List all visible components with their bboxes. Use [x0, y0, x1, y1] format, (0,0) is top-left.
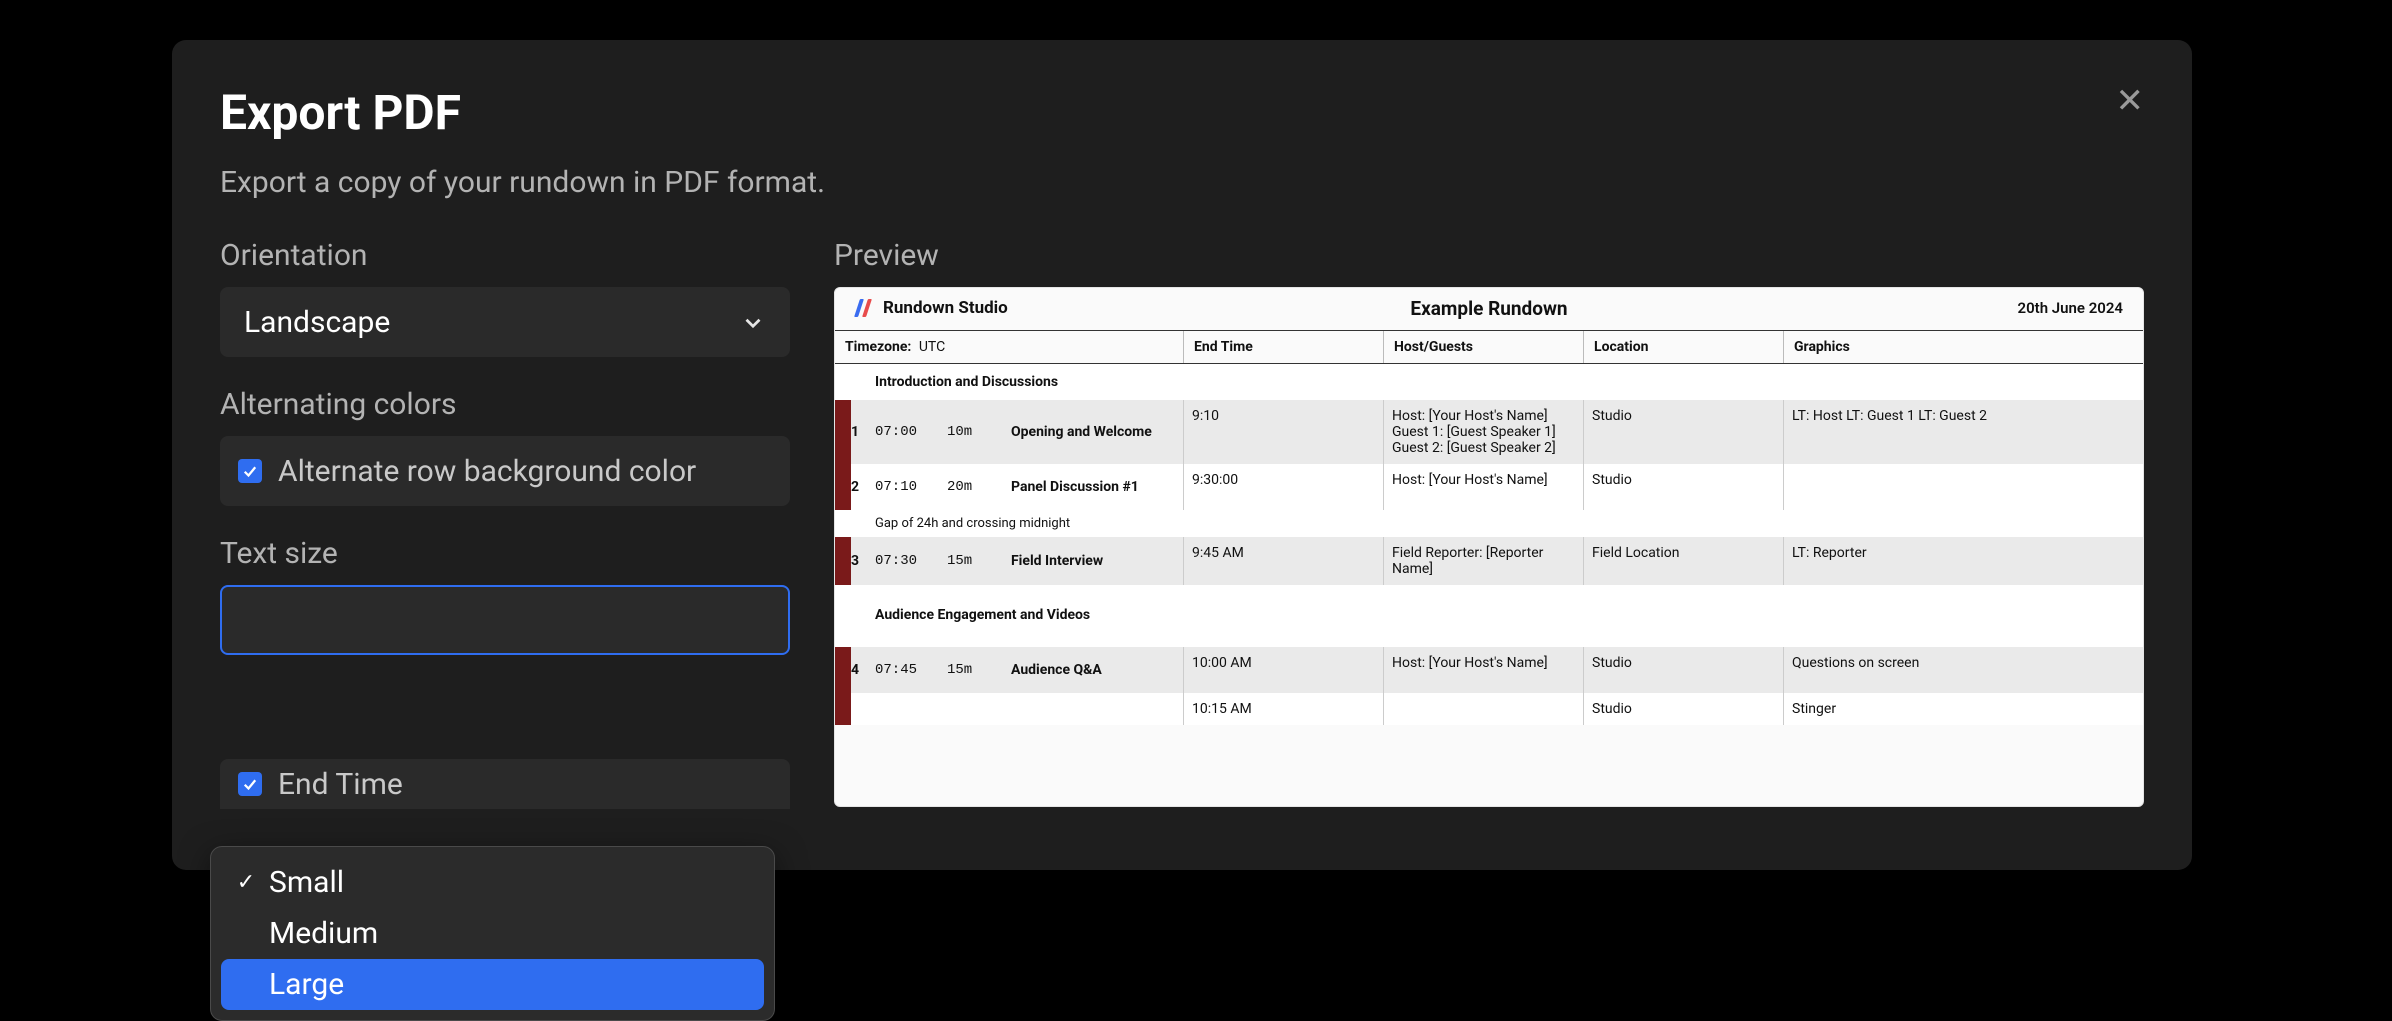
brand-logo-icon	[855, 299, 873, 317]
table-row: 1 07:00 10m Opening and Welcome 9:10 Hos…	[835, 400, 2143, 464]
altcolors-label: Alternating colors	[220, 387, 790, 422]
endtime-option[interactable]: End Time	[220, 759, 790, 809]
preview-label: Preview	[834, 238, 2144, 273]
check-icon: ✓	[235, 870, 257, 895]
close-icon[interactable]: ✕	[2116, 84, 2145, 118]
section-heading: Audience Engagement and Videos	[835, 585, 2143, 633]
textsize-select[interactable]	[220, 585, 790, 655]
table-row: 4 07:45 15m Audience Q&A 10:00 AM Host: …	[835, 647, 2143, 693]
textsize-option-large[interactable]: Large	[221, 959, 764, 1010]
orientation-label: Orientation	[220, 238, 790, 273]
textsize-dropdown: ✓ Small Medium Large	[210, 846, 775, 1021]
table-row: 3 07:30 15m Field Interview 9:45 AM Fiel…	[835, 537, 2143, 585]
row-note: Gap of 24h and crossing midnight	[835, 510, 2143, 537]
orientation-value: Landscape	[244, 305, 390, 340]
preview-document: Rundown Studio Example Rundown 20th June…	[834, 287, 2144, 807]
modal-subtitle: Export a copy of your rundown in PDF for…	[220, 165, 2144, 200]
textsize-option-medium[interactable]: Medium	[221, 908, 764, 959]
textsize-label: Text size	[220, 536, 790, 571]
textsize-option-small[interactable]: ✓ Small	[221, 857, 764, 908]
chevron-down-icon	[740, 309, 766, 335]
brand: Rundown Studio	[855, 298, 1008, 318]
table-row: 2 07:10 20m Panel Discussion #1 9:30:00 …	[835, 464, 2143, 510]
document-title: Example Rundown	[1410, 297, 1567, 320]
modal-title: Export PDF	[220, 84, 461, 141]
document-date: 20th June 2024	[2018, 299, 2123, 317]
endtime-checkbox[interactable]	[238, 772, 262, 796]
endtime-text: End Time	[278, 767, 403, 802]
export-pdf-modal: Export PDF ✕ Export a copy of your rundo…	[172, 40, 2192, 870]
alternate-colors-checkbox[interactable]	[238, 459, 262, 483]
alternate-colors-text: Alternate row background color	[278, 454, 696, 489]
alternate-colors-option[interactable]: Alternate row background color	[220, 436, 790, 506]
orientation-select[interactable]: Landscape	[220, 287, 790, 357]
column-headers: Timezone: UTC End Time Host/Guests Locat…	[835, 331, 2143, 364]
table-row: 10:15 AM Studio Stinger	[835, 693, 2143, 725]
section-heading: Introduction and Discussions	[835, 364, 2143, 400]
